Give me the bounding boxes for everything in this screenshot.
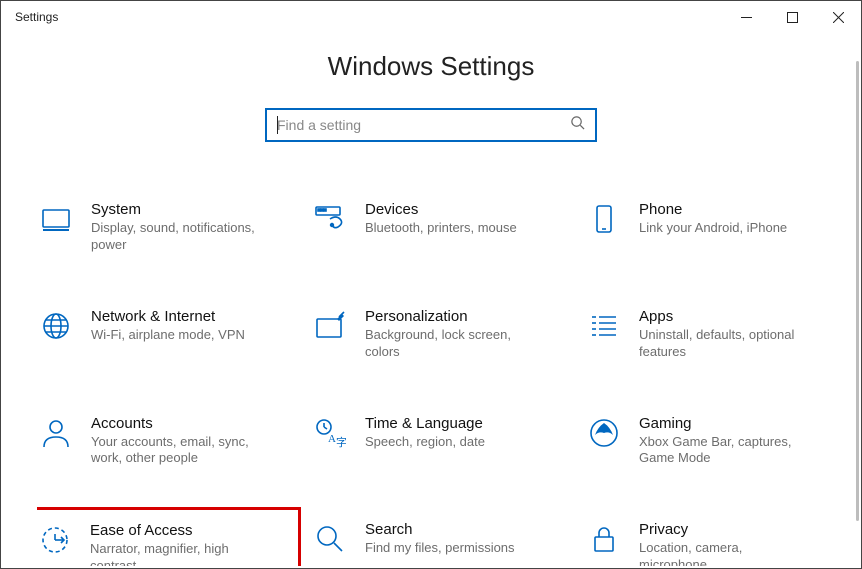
tile-system[interactable]: System Display, sound, notifications, po… — [37, 197, 301, 258]
svg-text:字: 字 — [336, 435, 346, 449]
ease-of-access-icon — [38, 524, 72, 558]
devices-icon — [313, 203, 347, 237]
tile-text: Ease of Access Narrator, magnifier, high… — [90, 522, 272, 566]
tile-devices[interactable]: Devices Bluetooth, printers, mouse — [311, 197, 575, 258]
tile-title: Time & Language — [365, 415, 485, 432]
tile-title: Privacy — [639, 521, 809, 538]
svg-text:A: A — [328, 433, 336, 445]
tile-title: Gaming — [639, 415, 809, 432]
search-container — [1, 108, 861, 142]
tile-apps[interactable]: Apps Uninstall, defaults, optional featu… — [585, 304, 849, 365]
tile-subtitle: Find my files, permissions — [365, 540, 515, 557]
tile-text: Devices Bluetooth, printers, mouse — [365, 201, 529, 237]
window-title: Settings — [15, 10, 58, 24]
search-input[interactable] — [277, 117, 570, 133]
tile-subtitle: Bluetooth, printers, mouse — [365, 220, 517, 237]
scrollbar[interactable] — [856, 61, 859, 521]
time-language-icon: A字 — [313, 417, 347, 451]
minimize-button[interactable] — [723, 1, 769, 33]
tile-personalization[interactable]: Personalization Background, lock screen,… — [311, 304, 575, 365]
tile-ease-of-access[interactable]: Ease of Access Narrator, magnifier, high… — [37, 507, 301, 566]
tile-privacy[interactable]: Privacy Location, camera, microphone — [585, 517, 849, 566]
settings-window: Settings Windows Settings — [0, 0, 862, 569]
tile-text: Search Find my files, permissions — [365, 521, 527, 557]
tile-subtitle: Speech, region, date — [365, 434, 485, 451]
phone-icon — [587, 203, 621, 237]
tile-accounts[interactable]: Accounts Your accounts, email, sync, wor… — [37, 411, 301, 472]
tile-subtitle: Location, camera, microphone — [639, 540, 809, 566]
search-icon — [570, 115, 585, 135]
tile-text: System Display, sound, notifications, po… — [91, 201, 273, 254]
text-cursor — [277, 116, 278, 134]
tile-text: Gaming Xbox Game Bar, captures, Game Mod… — [639, 415, 821, 468]
tile-text: Privacy Location, camera, microphone — [639, 521, 821, 566]
page-title: Windows Settings — [1, 51, 861, 82]
tile-title: System — [91, 201, 261, 218]
tile-network-internet[interactable]: Network & Internet Wi-Fi, airplane mode,… — [37, 304, 301, 365]
apps-icon — [587, 310, 621, 344]
accounts-icon — [39, 417, 73, 451]
search-box[interactable] — [265, 108, 597, 142]
tile-title: Network & Internet — [91, 308, 245, 325]
tile-text: Personalization Background, lock screen,… — [365, 308, 547, 361]
personalization-icon — [313, 310, 347, 344]
tile-subtitle: Uninstall, defaults, optional features — [639, 327, 809, 361]
tile-title: Apps — [639, 308, 809, 325]
tile-title: Phone — [639, 201, 787, 218]
tile-text: Apps Uninstall, defaults, optional featu… — [639, 308, 821, 361]
tile-phone[interactable]: Phone Link your Android, iPhone — [585, 197, 849, 258]
maximize-button[interactable] — [769, 1, 815, 33]
window-controls — [723, 1, 861, 33]
settings-grid: System Display, sound, notifications, po… — [37, 197, 849, 566]
tile-subtitle: Display, sound, notifications, power — [91, 220, 261, 254]
tile-subtitle: Your accounts, email, sync, work, other … — [91, 434, 261, 468]
settings-grid-viewport: System Display, sound, notifications, po… — [37, 197, 849, 566]
tile-title: Devices — [365, 201, 517, 218]
tile-text: Phone Link your Android, iPhone — [639, 201, 799, 237]
tile-subtitle: Background, lock screen, colors — [365, 327, 535, 361]
gaming-icon — [587, 417, 621, 451]
tile-subtitle: Narrator, magnifier, high contrast — [90, 541, 260, 566]
tile-gaming[interactable]: Gaming Xbox Game Bar, captures, Game Mod… — [585, 411, 849, 472]
tile-text: Network & Internet Wi-Fi, airplane mode,… — [91, 308, 257, 344]
system-icon — [39, 203, 73, 237]
tile-search[interactable]: Search Find my files, permissions — [311, 517, 575, 566]
titlebar: Settings — [1, 1, 861, 33]
globe-icon — [39, 310, 73, 344]
tile-title: Ease of Access — [90, 522, 260, 539]
tile-time-language[interactable]: A字 Time & Language Speech, region, date — [311, 411, 575, 472]
search-category-icon — [313, 523, 347, 557]
tile-subtitle: Link your Android, iPhone — [639, 220, 787, 237]
tile-text: Time & Language Speech, region, date — [365, 415, 497, 451]
privacy-icon — [587, 523, 621, 557]
tile-subtitle: Wi-Fi, airplane mode, VPN — [91, 327, 245, 344]
tile-text: Accounts Your accounts, email, sync, wor… — [91, 415, 273, 468]
tile-subtitle: Xbox Game Bar, captures, Game Mode — [639, 434, 809, 468]
close-button[interactable] — [815, 1, 861, 33]
tile-title: Accounts — [91, 415, 261, 432]
tile-title: Personalization — [365, 308, 535, 325]
tile-title: Search — [365, 521, 515, 538]
